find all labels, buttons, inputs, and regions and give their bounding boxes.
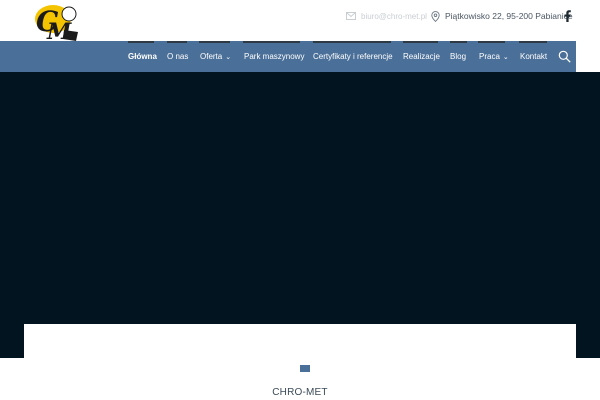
- email-text: biuro@chro-met.pl: [361, 11, 427, 21]
- nav-menu: Główna O nas Oferta ⌄ Park maszynowy Cer…: [0, 41, 576, 72]
- slider-indicator[interactable]: [300, 365, 310, 372]
- nav-item-park-maszynowy[interactable]: Park maszynowy: [244, 41, 304, 72]
- nav-item-label: Oferta: [200, 52, 223, 61]
- hero-content-panel: [24, 324, 576, 360]
- contact-address: Piątkowisko 22, 95-200 Pabianice: [431, 10, 573, 22]
- nav-item-blog[interactable]: Blog: [450, 41, 466, 72]
- nav-item-certyfikaty[interactable]: Certyfikaty i referencje: [313, 41, 393, 72]
- top-bar: C M biuro@chro-met.pl Piątkowisko 22, 95…: [0, 0, 600, 45]
- main-navigation: Główna O nas Oferta ⌄ Park maszynowy Cer…: [0, 41, 576, 72]
- nav-item-label: Kontakt: [520, 52, 548, 61]
- nav-item-label: Blog: [450, 52, 467, 61]
- nav-item-label: O nas: [167, 52, 189, 61]
- nav-item-realizacje[interactable]: Realizacje: [403, 41, 440, 72]
- search-icon[interactable]: [558, 50, 571, 63]
- nav-item-oferta[interactable]: Oferta ⌄: [200, 41, 231, 72]
- nav-item-label: Certyfikaty i referencje: [313, 52, 393, 61]
- address-text: Piątkowisko 22, 95-200 Pabianice: [445, 11, 573, 21]
- site-name-label: CHRO-MET: [272, 387, 328, 398]
- chevron-down-icon: ⌄: [502, 53, 509, 61]
- nav-item-label: Główna: [128, 52, 157, 61]
- logo[interactable]: C M: [30, 2, 82, 45]
- hero-slider: [0, 72, 600, 358]
- facebook-icon[interactable]: [561, 9, 573, 23]
- nav-item-o-nas[interactable]: O nas: [167, 41, 188, 72]
- contact-email[interactable]: biuro@chro-met.pl: [346, 10, 427, 22]
- envelope-icon: [346, 12, 356, 20]
- chevron-down-icon: ⌄: [225, 53, 232, 61]
- nav-item-kontakt[interactable]: Kontakt: [520, 41, 547, 72]
- nav-item-glowna[interactable]: Główna: [128, 41, 157, 72]
- map-pin-icon: [431, 10, 440, 22]
- nav-item-label: Park maszynowy: [244, 52, 305, 61]
- nav-item-praca[interactable]: Praca ⌄: [479, 41, 509, 72]
- nav-item-label: Praca: [479, 52, 500, 61]
- nav-item-label: Realizacje: [403, 52, 440, 61]
